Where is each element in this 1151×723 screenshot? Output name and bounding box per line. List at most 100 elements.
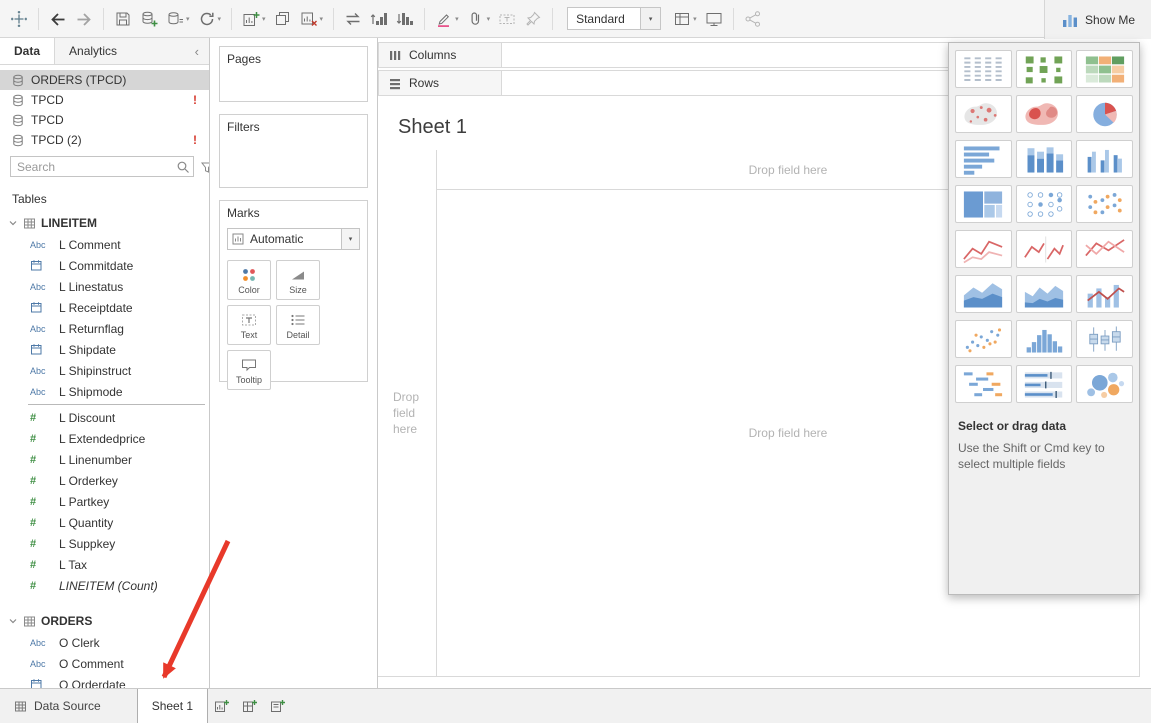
cell-size-button[interactable]: ▾ bbox=[669, 5, 701, 33]
dual-lines-thumbnail[interactable] bbox=[1076, 230, 1133, 268]
filters-shelf[interactable]: Filters bbox=[219, 114, 368, 188]
gantt-thumbnail[interactable] bbox=[955, 365, 1012, 403]
field-l-tax[interactable]: #L Tax bbox=[0, 554, 209, 575]
run-auto-updates-button[interactable]: ▾ bbox=[194, 5, 226, 33]
mark-type-caret[interactable]: ▾ bbox=[341, 229, 359, 249]
new-worksheet-button[interactable]: ▾ bbox=[238, 5, 270, 33]
field-l-suppkey[interactable]: #L Suppkey bbox=[0, 533, 209, 554]
search-input[interactable] bbox=[11, 160, 176, 174]
show-me-button[interactable]: Show Me bbox=[1044, 0, 1151, 39]
field-l-partkey[interactable]: #L Partkey bbox=[0, 491, 209, 512]
show-mark-labels-button[interactable] bbox=[494, 5, 520, 33]
fit-selector-caret[interactable]: ▾ bbox=[640, 8, 660, 29]
new-worksheet-tab-button[interactable] bbox=[208, 689, 236, 723]
fix-axes-button[interactable] bbox=[520, 5, 546, 33]
text-table-thumbnail[interactable] bbox=[955, 50, 1012, 88]
field-o-orderdate[interactable]: O Orderdate bbox=[0, 674, 209, 688]
table-group-orders[interactable]: ORDERS bbox=[0, 610, 209, 632]
new-data-source-button[interactable] bbox=[136, 5, 162, 33]
chevron-down-icon[interactable]: ▾ bbox=[218, 15, 222, 23]
redo-button[interactable] bbox=[71, 5, 97, 33]
color-button[interactable]: Color bbox=[227, 260, 271, 300]
mark-type-dropdown[interactable]: Automatic ▾ bbox=[227, 228, 360, 250]
field-l-receiptdate[interactable]: L Receiptdate bbox=[0, 297, 209, 318]
stacked-bars-thumbnail[interactable] bbox=[1016, 140, 1073, 178]
highlight-button[interactable]: ▾ bbox=[431, 5, 463, 33]
clear-sheet-button[interactable]: ▾ bbox=[296, 5, 328, 33]
field-lineitem-count[interactable]: #LINEITEM (Count) bbox=[0, 575, 209, 596]
discrete-lines-thumbnail[interactable] bbox=[1016, 230, 1073, 268]
field-l-comment[interactable]: AbcL Comment bbox=[0, 234, 209, 255]
histogram-thumbnail[interactable] bbox=[1016, 320, 1073, 358]
presentation-mode-button[interactable] bbox=[701, 5, 727, 33]
undo-button[interactable] bbox=[45, 5, 71, 33]
save-button[interactable] bbox=[110, 5, 136, 33]
field-l-extendedprice[interactable]: #L Extendedprice bbox=[0, 428, 209, 449]
sort-ascending-button[interactable] bbox=[366, 5, 392, 33]
field-l-discount[interactable]: #L Discount bbox=[0, 407, 209, 428]
table-group-lineitem[interactable]: LINEITEM bbox=[0, 212, 209, 234]
filled-map-thumbnail[interactable] bbox=[1016, 95, 1073, 133]
highlight-table-thumbnail[interactable] bbox=[1076, 50, 1133, 88]
symbol-map-thumbnail[interactable] bbox=[955, 95, 1012, 133]
side-by-side-circles-thumbnail[interactable] bbox=[1076, 185, 1133, 223]
tooltip-button[interactable]: Tooltip bbox=[227, 350, 271, 390]
group-members-button[interactable]: ▾ bbox=[463, 5, 495, 33]
field-l-linenumber[interactable]: #L Linenumber bbox=[0, 449, 209, 470]
swap-rows-columns-button[interactable] bbox=[340, 5, 366, 33]
datasource-orders-tpcd[interactable]: ORDERS (TPCD) bbox=[0, 70, 209, 90]
heat-map-thumbnail[interactable] bbox=[1016, 50, 1073, 88]
filter-icon[interactable] bbox=[200, 160, 210, 174]
dual-combination-thumbnail[interactable] bbox=[1076, 275, 1133, 313]
packed-bubbles-thumbnail[interactable] bbox=[1076, 365, 1133, 403]
collapse-pane-button[interactable]: ‹ bbox=[185, 38, 209, 64]
field-l-returnflag[interactable]: AbcL Returnflag bbox=[0, 318, 209, 339]
pause-auto-updates-button[interactable]: ▾ bbox=[162, 5, 194, 33]
pages-shelf[interactable]: Pages bbox=[219, 46, 368, 102]
box-and-whisker-thumbnail[interactable] bbox=[1076, 320, 1133, 358]
circle-views-thumbnail[interactable] bbox=[1016, 185, 1073, 223]
detail-button[interactable]: Detail bbox=[276, 305, 320, 345]
text-button[interactable]: Text bbox=[227, 305, 271, 345]
scatter-plot-thumbnail[interactable] bbox=[955, 320, 1012, 358]
duplicate-sheet-button[interactable] bbox=[270, 5, 296, 33]
field-l-commitdate[interactable]: L Commitdate bbox=[0, 255, 209, 276]
share-workbook-button[interactable] bbox=[740, 5, 766, 33]
datasource-tpcd[interactable]: TPCD bbox=[0, 110, 209, 130]
field-l-shipinstruct[interactable]: AbcL Shipinstruct bbox=[0, 360, 209, 381]
data-source-tab[interactable]: Data Source bbox=[0, 689, 115, 723]
chevron-down-icon[interactable]: ▾ bbox=[186, 15, 190, 23]
chevron-down-icon[interactable] bbox=[8, 616, 18, 626]
chevron-down-icon[interactable]: ▾ bbox=[455, 15, 459, 23]
field-o-comment[interactable]: AbcO Comment bbox=[0, 653, 209, 674]
new-story-button[interactable] bbox=[264, 689, 292, 723]
datasource-tpcd[interactable]: TPCD! bbox=[0, 90, 209, 110]
pie-chart-thumbnail[interactable] bbox=[1076, 95, 1133, 133]
discrete-area-thumbnail[interactable] bbox=[1016, 275, 1073, 313]
field-o-clerk[interactable]: AbcO Clerk bbox=[0, 632, 209, 653]
field-l-linestatus[interactable]: AbcL Linestatus bbox=[0, 276, 209, 297]
bullet-graph-thumbnail[interactable] bbox=[1016, 365, 1073, 403]
sort-descending-button[interactable] bbox=[392, 5, 418, 33]
tab-analytics[interactable]: Analytics bbox=[55, 38, 131, 64]
field-l-shipmode[interactable]: AbcL Shipmode bbox=[0, 381, 209, 402]
chevron-down-icon[interactable]: ▾ bbox=[693, 15, 697, 23]
tableau-logo[interactable] bbox=[6, 5, 32, 33]
fit-selector[interactable]: Standard▾ bbox=[567, 7, 661, 30]
treemap-thumbnail[interactable] bbox=[955, 185, 1012, 223]
tab-data[interactable]: Data bbox=[0, 38, 55, 64]
new-dashboard-button[interactable] bbox=[236, 689, 264, 723]
continuous-area-thumbnail[interactable] bbox=[955, 275, 1012, 313]
chevron-down-icon[interactable]: ▾ bbox=[487, 15, 491, 23]
field-l-shipdate[interactable]: L Shipdate bbox=[0, 339, 209, 360]
rows-drop-zone[interactable]: Drop field here bbox=[378, 150, 437, 676]
field-l-orderkey[interactable]: #L Orderkey bbox=[0, 470, 209, 491]
field-l-quantity[interactable]: #L Quantity bbox=[0, 512, 209, 533]
sheet-1-tab[interactable]: Sheet 1 bbox=[137, 689, 208, 723]
chevron-down-icon[interactable]: ▾ bbox=[262, 15, 266, 23]
horizontal-bars-thumbnail[interactable] bbox=[955, 140, 1012, 178]
size-button[interactable]: Size bbox=[276, 260, 320, 300]
side-by-side-bars-thumbnail[interactable] bbox=[1076, 140, 1133, 178]
chevron-down-icon[interactable] bbox=[8, 218, 18, 228]
datasource-tpcd-2[interactable]: TPCD (2)! bbox=[0, 130, 209, 150]
